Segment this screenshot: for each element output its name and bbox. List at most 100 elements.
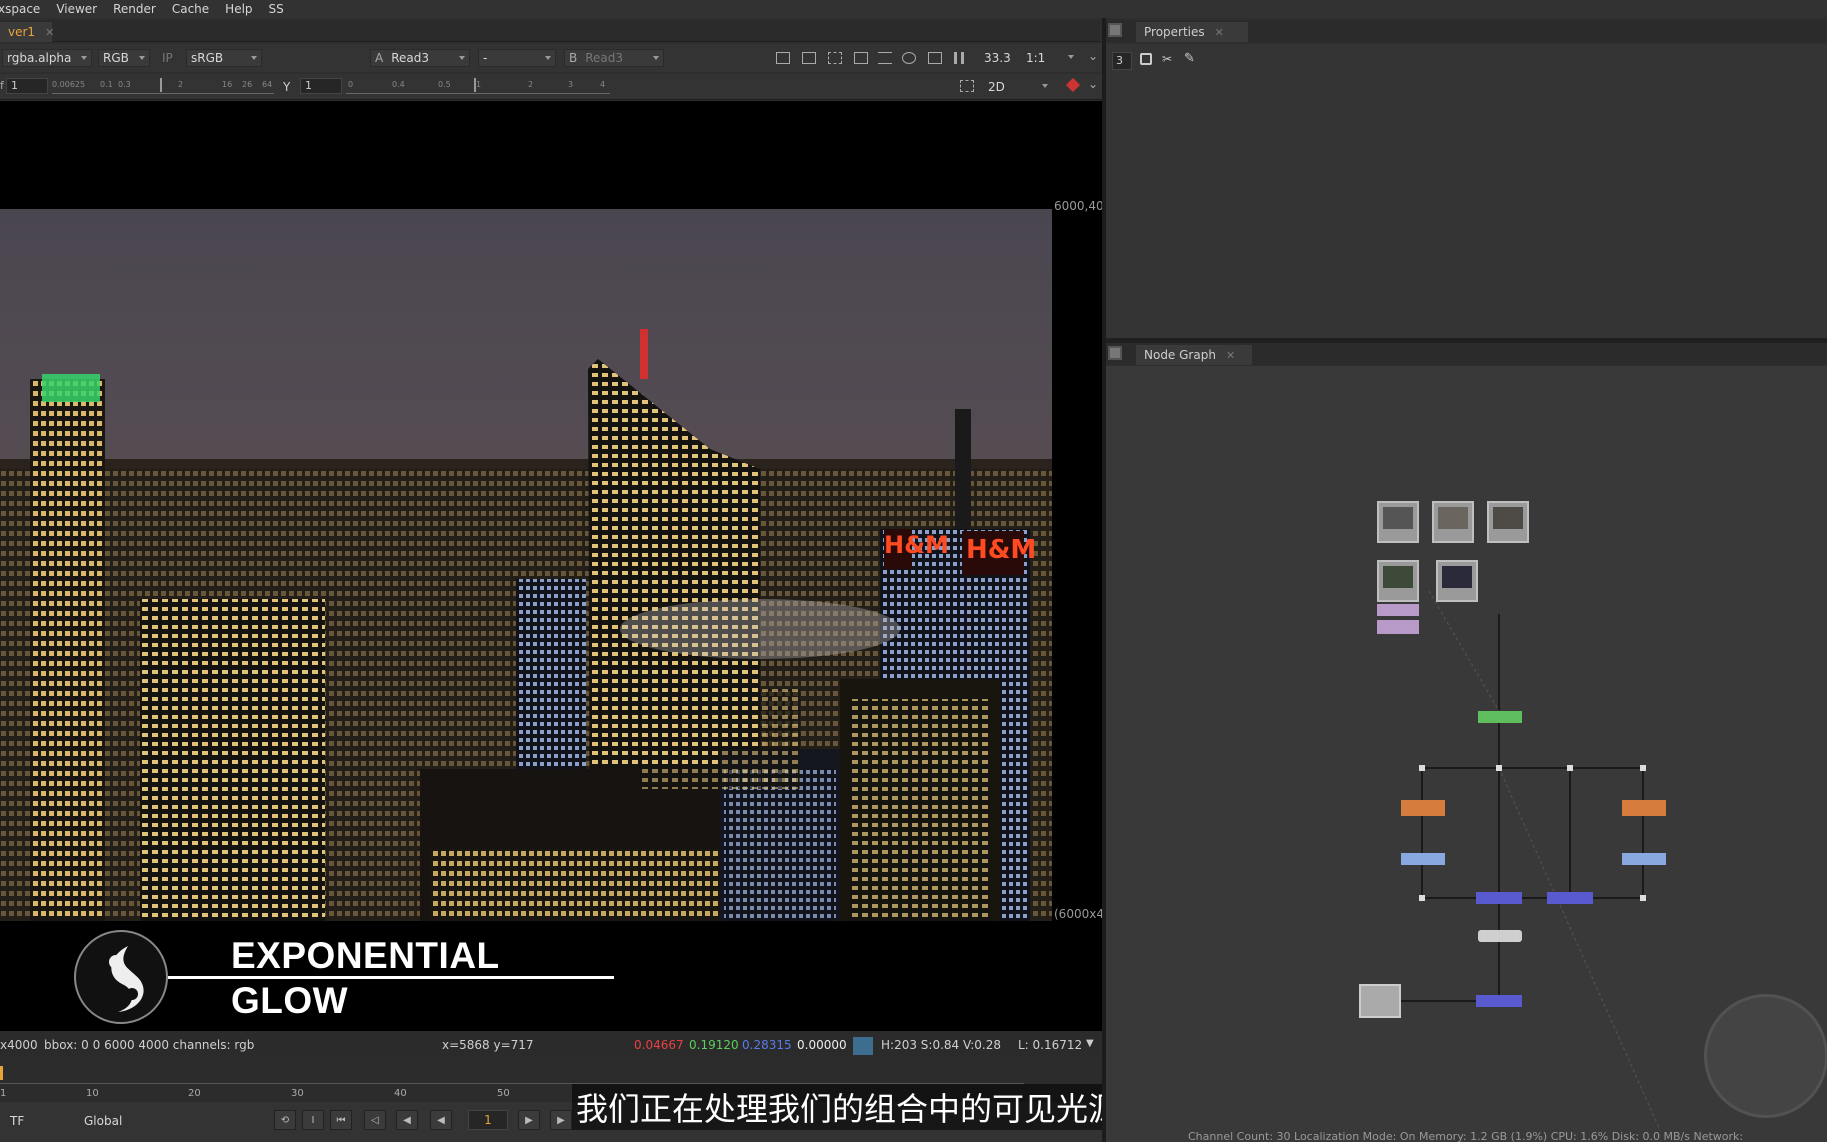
output-node[interactable] [1478, 930, 1522, 942]
float-icon[interactable]: ✂ [1162, 52, 1172, 66]
dot-node[interactable] [1496, 765, 1502, 771]
fit-icon[interactable] [928, 52, 942, 64]
first-frame-icon[interactable]: ⏮ [330, 1110, 352, 1130]
blur-node[interactable] [1622, 800, 1666, 816]
color-node[interactable] [1401, 853, 1445, 865]
menu-ss[interactable]: SS [269, 2, 284, 16]
merge-node[interactable] [1476, 995, 1522, 1007]
frame-icon[interactable] [802, 52, 816, 64]
roi-icon[interactable] [776, 52, 790, 64]
timeline-tick: 40 [394, 1088, 407, 1099]
scope-dropdown[interactable]: Global [80, 1112, 122, 1130]
step-back-icon[interactable]: ◀ [396, 1110, 418, 1130]
read-node[interactable] [1436, 560, 1478, 602]
dot-node[interactable] [1640, 765, 1646, 771]
proxy-dropdown[interactable]: 1:1 [1022, 49, 1078, 67]
menu-help[interactable]: Help [225, 2, 252, 16]
play-backward-icon[interactable]: ◀ [430, 1110, 452, 1130]
info-menu-icon[interactable]: ▼ [1086, 1038, 1094, 1049]
view-mode-dropdown[interactable]: 2D [984, 78, 1052, 96]
backdrop-node[interactable] [1377, 604, 1419, 616]
color-swatch [853, 1037, 873, 1055]
dot-node[interactable] [1419, 895, 1425, 901]
gamma-field[interactable]: 1 [300, 78, 342, 94]
blend-dropdown[interactable]: - [478, 49, 556, 67]
scope-value: Global [84, 1114, 123, 1128]
viewer-toolbar-top: rgba.alpha RGB IP sRGB A Read3 - B Read3… [0, 44, 1102, 72]
color-node[interactable] [1622, 853, 1666, 865]
chevron-down-icon[interactable]: ⌄ [1088, 49, 1098, 63]
input-b-dropdown[interactable]: B Read3 [564, 49, 664, 67]
node-graph-tab-bar: Node Graph ✕ [1106, 343, 1827, 365]
roi-select-icon[interactable] [960, 80, 974, 92]
dot-node[interactable] [1419, 765, 1425, 771]
channels-dropdown[interactable]: rgba.alpha [2, 49, 92, 67]
clipping-icon[interactable] [828, 52, 842, 64]
prev-keyframe-icon[interactable]: ◁ [364, 1110, 386, 1130]
play-forward-icon[interactable]: ▶ [518, 1110, 540, 1130]
dot-node[interactable] [1567, 765, 1573, 771]
read-node[interactable] [1377, 560, 1419, 602]
checkerboard-node[interactable] [1359, 984, 1401, 1018]
menu-cache[interactable]: Cache [172, 2, 209, 16]
dot-node[interactable] [1640, 895, 1646, 901]
grade-node[interactable] [1478, 711, 1522, 723]
gamma-tick: 0.5 [438, 80, 451, 89]
gain-tick: 64 [262, 80, 273, 89]
tab-viewer-label: ver1 [8, 25, 36, 39]
ip-button[interactable]: IP [158, 49, 182, 67]
refresh-icon[interactable] [902, 52, 916, 64]
properties-panel [1106, 44, 1827, 338]
max-panels-field[interactable]: 3 [1112, 52, 1132, 70]
info-luminance: L: 0.16712 [1018, 1038, 1083, 1052]
lock-icon[interactable] [1140, 53, 1152, 65]
playhead[interactable] [0, 1066, 3, 1080]
merge-node[interactable] [1547, 892, 1593, 904]
subtitle: 我们正在处理我们的组合中的可见光源， [572, 1084, 1157, 1130]
gain-slider[interactable]: 0.00625 0.1 0.3 2 16 26 64 [52, 78, 274, 94]
tab-viewer[interactable]: ver1 ✕ [0, 22, 54, 42]
tab-node-graph[interactable]: Node Graph ✕ [1136, 345, 1252, 365]
rgb-dropdown[interactable]: RGB [98, 49, 150, 67]
pause-icon[interactable] [954, 52, 964, 64]
read-node[interactable] [1432, 501, 1474, 543]
in-point-icon[interactable]: I [302, 1110, 324, 1130]
gain-slider-handle[interactable] [160, 78, 162, 92]
merge-node[interactable] [1476, 892, 1522, 904]
lines-icon[interactable] [878, 52, 892, 64]
timeline-tick: 30 [291, 1088, 304, 1099]
close-icon[interactable]: ✕ [45, 26, 54, 39]
gamma-slider[interactable]: 0 0.4 0.5 1 2 3 4 [346, 78, 610, 94]
menu-render[interactable]: Render [113, 2, 156, 16]
paint-icon[interactable] [1065, 77, 1081, 93]
timeline-track[interactable] [0, 1070, 1024, 1084]
pencil-icon[interactable]: ✎ [1184, 51, 1195, 66]
read-node[interactable] [1377, 501, 1419, 543]
cache-icon[interactable]: ⟲ [274, 1110, 296, 1130]
gamma-tick: 1 [476, 80, 482, 89]
close-icon[interactable]: ✕ [1226, 349, 1235, 362]
chevron-down-icon[interactable]: ⌄ [1088, 77, 1098, 91]
blur-node[interactable] [1401, 800, 1445, 816]
viewer-info-bar: x4000 bbox: 0 0 6000 4000 channels: rgb … [0, 1031, 1102, 1059]
input-a-dropdown[interactable]: A Read3 [370, 49, 470, 67]
panel-menu-icon[interactable] [1108, 23, 1122, 37]
read-node[interactable] [1487, 501, 1529, 543]
gain-field[interactable]: 1 [6, 78, 48, 94]
tf-dropdown[interactable]: TF [6, 1112, 40, 1130]
lut-dropdown[interactable]: sRGB [186, 49, 262, 67]
current-frame-field[interactable]: 1 [468, 1110, 508, 1130]
gamma-slider-handle[interactable] [474, 78, 476, 92]
wipe-icon[interactable] [854, 52, 868, 64]
step-forward-icon[interactable]: ▶ [550, 1110, 572, 1130]
city-night-image [0, 209, 1052, 921]
tab-properties[interactable]: Properties ✕ [1136, 22, 1248, 42]
menu-workspace[interactable]: xspace [0, 2, 40, 16]
close-icon[interactable]: ✕ [1215, 26, 1224, 39]
input-a-label: A [375, 51, 384, 65]
backdrop-node[interactable] [1377, 620, 1419, 634]
info-format: x4000 [0, 1038, 38, 1052]
zoom-field[interactable]: 33.3 [980, 49, 1018, 67]
panel-menu-icon[interactable] [1108, 346, 1122, 360]
menu-viewer[interactable]: Viewer [56, 2, 97, 16]
